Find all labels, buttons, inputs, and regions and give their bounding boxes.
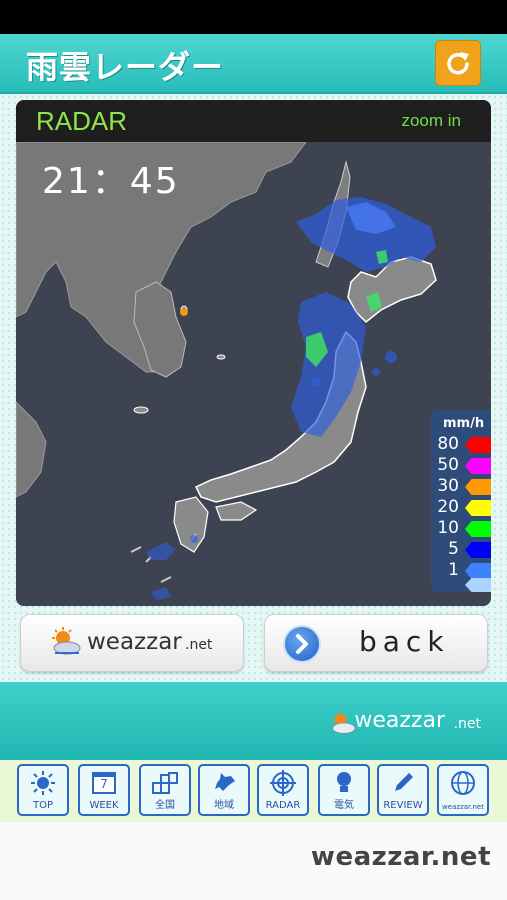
legend-row: 80 (431, 434, 491, 455)
status-bar (0, 0, 507, 34)
nav-label: weazzar.net (442, 803, 484, 811)
precipitation-legend: mm/h 80 50 30 20 10 5 1 (431, 410, 491, 592)
nav-label: RADAR (265, 800, 301, 811)
pencil-icon (395, 773, 413, 791)
calendar-day: 7 (100, 777, 108, 791)
weazzar-brand-text: weazzar (87, 629, 182, 655)
nav-electricity[interactable]: 電気 (318, 764, 370, 816)
refresh-icon (447, 52, 469, 75)
bottom-area: weazzar.net (0, 822, 507, 900)
radar-map[interactable] (16, 142, 491, 606)
page-title: 雨雲レーダー (26, 48, 225, 86)
back-arrow-icon (283, 625, 321, 663)
legend-value: 20 (437, 497, 459, 517)
nav-region[interactable]: 地域 (198, 764, 250, 816)
weather-logo-icon (52, 627, 81, 655)
bottom-nav: TOP 7 WEEK 全国 地域 RADAR 電気 REVIEW weazzar… (0, 760, 507, 822)
footer-band: weazzar .net (0, 682, 507, 760)
island (216, 354, 226, 360)
hokkaido-map-icon (215, 773, 235, 791)
legend-swatch (465, 542, 491, 558)
legend-row: 20 (431, 497, 491, 518)
weazzar-brand-suffix: .net (185, 637, 213, 653)
zoom-in-link[interactable]: zoom in (401, 111, 461, 131)
legend-swatch (465, 479, 491, 495)
legend-value: 30 (437, 476, 459, 496)
legend-row: 10 (431, 518, 491, 539)
nav-national[interactable]: 全国 (139, 764, 191, 816)
legend-swatch (465, 500, 491, 516)
legend-row: 30 (431, 476, 491, 497)
nav-label: 電気 (334, 800, 354, 811)
refresh-button[interactable] (435, 40, 481, 86)
legend-swatch (465, 521, 491, 537)
legend-value: 50 (437, 455, 459, 475)
bottom-logo: weazzar.net (310, 842, 491, 872)
nav-weazzar[interactable]: weazzar.net (437, 764, 489, 816)
app-header: 雨雲レーダー (0, 34, 507, 94)
legend-swatch (465, 458, 491, 474)
radar-header: RADAR zoom in (16, 100, 491, 142)
radar-label: RADAR (36, 106, 128, 136)
radar-timestamp: 21：45 (42, 161, 180, 202)
weazzar-link-button[interactable]: weazzar .net (20, 614, 244, 672)
legend-value: 10 (437, 518, 459, 538)
legend-value: 5 (448, 539, 459, 559)
legend-row: 50 (431, 455, 491, 476)
legend-swatch (465, 563, 491, 579)
grid-icon (152, 772, 178, 794)
legend-value: 80 (437, 434, 459, 454)
footer-brand-text: weazzar (354, 708, 445, 733)
back-label: back (359, 625, 450, 658)
legend-row (431, 578, 491, 592)
nav-radar[interactable]: RADAR (257, 764, 309, 816)
nav-label: 全国 (155, 800, 175, 811)
nav-label: TOP (32, 800, 53, 811)
globe-icon (451, 771, 475, 795)
radar-target-icon (270, 770, 296, 796)
nav-week[interactable]: 7 WEEK (78, 764, 130, 816)
lightbulb-icon (337, 772, 351, 792)
legend-swatch (465, 578, 491, 592)
sun-icon (31, 771, 55, 795)
nav-review[interactable]: REVIEW (377, 764, 429, 816)
legend-swatch (465, 437, 491, 453)
back-button[interactable]: back (264, 614, 488, 672)
legend-unit: mm/h (443, 416, 485, 431)
nav-top[interactable]: TOP (17, 764, 69, 816)
nav-label: 地域 (214, 800, 234, 811)
nav-label: WEEK (89, 800, 119, 811)
island (133, 406, 149, 414)
radar-panel: RADAR zoom in 21：45 mm/h 80 50 30 20 10 … (16, 100, 491, 606)
nav-label: REVIEW (383, 800, 423, 811)
footer-brand-suffix: .net (453, 716, 481, 732)
calendar-icon: 7 (92, 772, 116, 794)
legend-row: 5 (431, 539, 491, 560)
